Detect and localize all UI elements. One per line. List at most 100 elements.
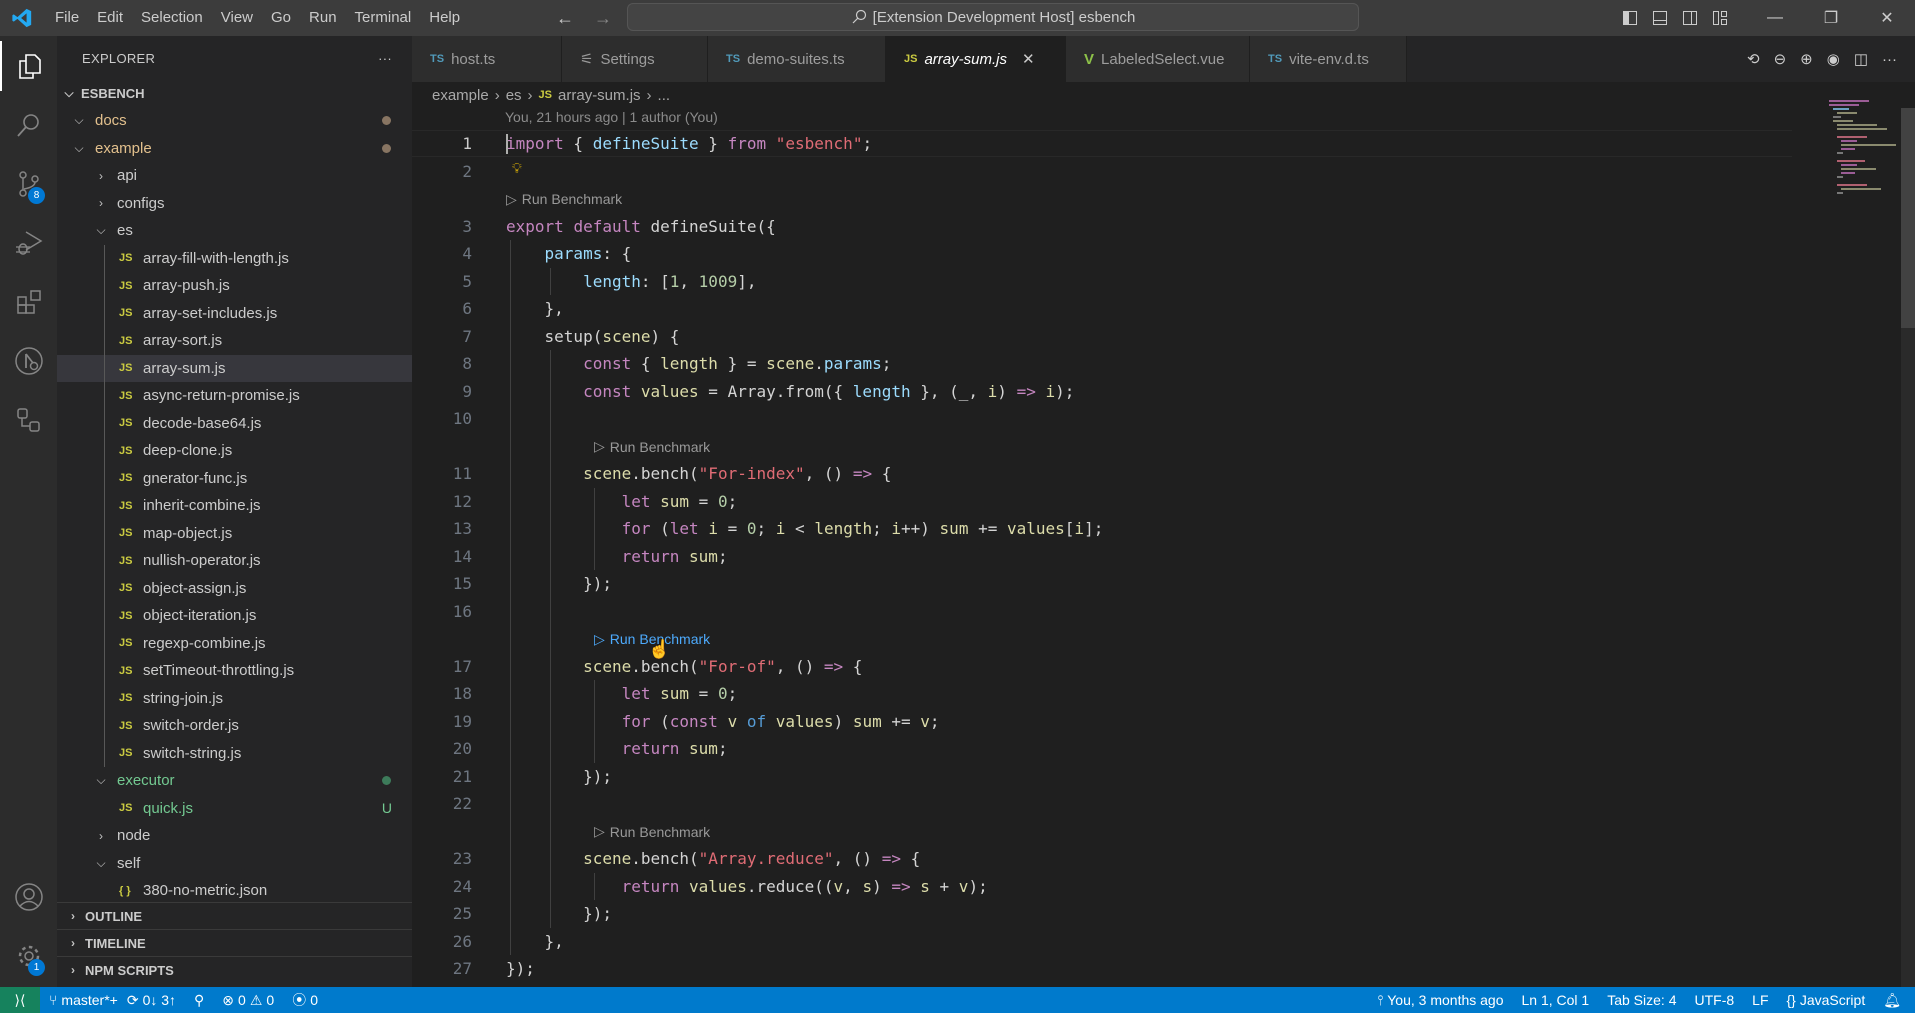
problems-status[interactable]: ⊗ 0 ⚠ 0 <box>213 987 283 1013</box>
editor-tab[interactable]: TS demo-suites.ts <box>708 36 886 82</box>
tree-file[interactable]: JS quick.js U <box>57 795 412 822</box>
scrollbar-thumb[interactable] <box>1901 108 1915 328</box>
menu-run[interactable]: Run <box>300 0 346 36</box>
editor-tab[interactable]: TS host.ts <box>412 36 562 82</box>
section-outline[interactable]: › OUTLINE <box>57 902 412 929</box>
forward-arrow-icon[interactable]: → <box>594 8 612 29</box>
encoding[interactable]: UTF-8 <box>1685 987 1743 1013</box>
previous-change-icon[interactable]: ⊖ <box>1774 50 1787 68</box>
code-line[interactable]: 16 <box>412 598 1792 625</box>
tree-folder[interactable]: ⌵ example <box>57 135 412 162</box>
back-arrow-icon[interactable]: ← <box>556 8 574 29</box>
tree-folder[interactable]: ⌵ executor <box>57 767 412 794</box>
remote-indicator[interactable]: ⟩⟨ <box>0 987 40 1013</box>
code-line[interactable]: 19 for (const v of values) sum += v; <box>412 708 1792 735</box>
more-actions-icon[interactable]: ··· <box>1882 51 1897 68</box>
tree-file[interactable]: JS object-iteration.js <box>57 602 412 629</box>
tree-file[interactable]: JS deep-clone.js <box>57 437 412 464</box>
gitlens-status[interactable]: ⚲ <box>185 987 213 1013</box>
tree-folder[interactable]: › node <box>57 822 412 849</box>
tree-file[interactable]: JS switch-order.js <box>57 712 412 739</box>
tree-file[interactable]: JS gnerator-func.js <box>57 465 412 492</box>
menu-view[interactable]: View <box>212 0 262 36</box>
close-window-button[interactable]: ✕ <box>1859 0 1915 36</box>
code-line[interactable]: 13 for (let i = 0; i < length; i++) sum … <box>412 515 1792 542</box>
tree-folder[interactable]: ⌵ docs <box>57 107 412 134</box>
activity-run-debug[interactable] <box>0 218 57 268</box>
notifications[interactable]: 🔔︎ <box>1874 987 1915 1013</box>
tree-folder[interactable]: › configs <box>57 190 412 217</box>
toggle-primary-sidebar-icon[interactable] <box>1615 0 1645 36</box>
branch-status[interactable]: ⑂ master*+ <box>40 987 127 1013</box>
activity-gitlens[interactable] <box>0 336 57 386</box>
menu-selection[interactable]: Selection <box>132 0 212 36</box>
tree-file[interactable]: JS object-assign.js <box>57 575 412 602</box>
minimap[interactable] <box>1801 82 1901 987</box>
code-line[interactable]: 9 const values = Array.from({ length }, … <box>412 378 1792 405</box>
next-change-icon[interactable]: ⊕ <box>1800 50 1813 68</box>
code-line[interactable]: 1 import { defineSuite } from "esbench"; <box>412 130 1792 157</box>
tree-file[interactable]: JS map-object.js <box>57 520 412 547</box>
code-line[interactable]: 12 let sum = 0; <box>412 488 1792 515</box>
tree-file[interactable]: JS async-return-promise.js <box>57 382 412 409</box>
close-tab-icon[interactable]: ✕ <box>1022 50 1035 68</box>
editor-tab[interactable]: TS vite-env.d.ts <box>1250 36 1407 82</box>
activity-search[interactable] <box>0 100 57 150</box>
tree-file[interactable]: JS regexp-combine.js <box>57 630 412 657</box>
tree-file[interactable]: JS decode-base64.js <box>57 410 412 437</box>
tab-size[interactable]: Tab Size: 4 <box>1598 987 1685 1013</box>
tree-file[interactable]: JS array-push.js <box>57 272 412 299</box>
code-line[interactable]: 2 <box>412 158 1792 185</box>
code-line[interactable]: 27}); <box>412 955 1792 982</box>
gitlens-inspect-icon[interactable]: ◉ <box>1827 50 1840 68</box>
breadcrumb-es[interactable]: es <box>506 87 522 104</box>
activity-extensions[interactable] <box>0 277 57 327</box>
code-line[interactable]: 4 params: { <box>412 240 1792 267</box>
gitlens-blame-codelens[interactable]: You, 21 hours ago | 1 author (You) <box>505 109 718 125</box>
tree-file[interactable]: JS setTimeout-throttling.js <box>57 657 412 684</box>
menu-terminal[interactable]: Terminal <box>346 0 421 36</box>
code-line[interactable]: 24 return values.reduce((v, s) => s + v)… <box>412 873 1792 900</box>
gitlens-blame-status[interactable]: ⫯ You, 3 months ago <box>1368 987 1512 1013</box>
menu-go[interactable]: Go <box>262 0 300 36</box>
activity-source-control[interactable]: 8 <box>0 159 57 209</box>
breadcrumb-file[interactable]: array-sum.js <box>558 87 641 104</box>
menu-file[interactable]: File <box>46 0 88 36</box>
section-npm-scripts[interactable]: › NPM SCRIPTS <box>57 956 412 983</box>
menu-edit[interactable]: Edit <box>88 0 132 36</box>
activity-accounts[interactable] <box>0 872 57 922</box>
run-benchmark-codelens[interactable]: ▷ Run Benchmark <box>594 437 710 457</box>
ports-status[interactable]: ⦿ 0 <box>283 987 327 1013</box>
end-of-line[interactable]: LF <box>1743 987 1777 1013</box>
tree-file[interactable]: JS array-sort.js <box>57 327 412 354</box>
tree-file[interactable]: { } 380-no-metric.json <box>57 877 412 904</box>
code-line[interactable]: 21 }); <box>412 763 1792 790</box>
tree-file[interactable]: JS array-fill-with-length.js <box>57 245 412 272</box>
code-line[interactable]: 22 <box>412 790 1792 817</box>
editor-tab[interactable]: V LabeledSelect.vue <box>1066 36 1250 82</box>
code-line[interactable]: 6 }, <box>412 295 1792 322</box>
activity-manage[interactable]: 1 <box>0 931 57 981</box>
tree-folder[interactable]: › api <box>57 162 412 189</box>
activity-remote-explorer[interactable] <box>0 395 57 445</box>
tree-file[interactable]: JS nullish-operator.js <box>57 547 412 574</box>
tree-folder[interactable]: ⌵ es <box>57 217 412 244</box>
editor-scrollbar[interactable] <box>1901 108 1915 987</box>
code-line[interactable]: 26 }, <box>412 928 1792 955</box>
lightbulb-icon[interactable]: 💡︎ <box>512 160 522 177</box>
code-line[interactable]: 14 return sum; <box>412 543 1792 570</box>
code-line[interactable]: 11 scene.bench("For-index", () => { <box>412 460 1792 487</box>
toggle-secondary-sidebar-icon[interactable] <box>1675 0 1705 36</box>
tree-file[interactable]: JS string-join.js <box>57 685 412 712</box>
run-benchmark-codelens[interactable]: ▷ Run Benchmark <box>506 189 622 209</box>
code-line[interactable]: 8 const { length } = scene.params; <box>412 350 1792 377</box>
code-line[interactable]: 10 <box>412 405 1792 432</box>
code-line[interactable]: 25 }); <box>412 900 1792 927</box>
workspace-root[interactable]: ⌵ ESBENCH <box>57 80 412 107</box>
minimize-button[interactable]: — <box>1747 0 1803 36</box>
explorer-more-actions-icon[interactable]: ··· <box>378 51 392 66</box>
code-line[interactable]: 3 export default defineSuite({ <box>412 213 1792 240</box>
sync-status[interactable]: ⟳ 0↓ 3↑ <box>127 987 185 1013</box>
tree-file[interactable]: JS switch-string.js <box>57 740 412 767</box>
code-line[interactable]: 5 length: [1, 1009], <box>412 268 1792 295</box>
